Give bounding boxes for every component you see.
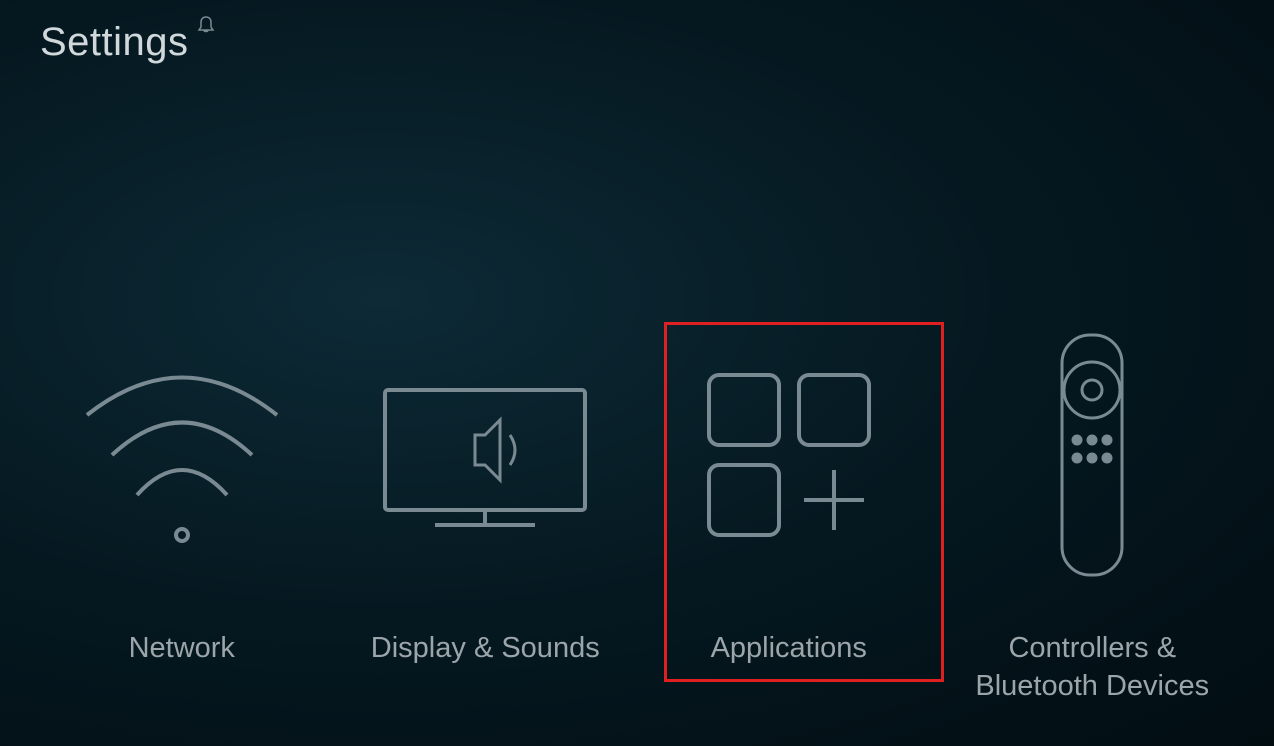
page-title: Settings — [40, 20, 189, 65]
remote-icon — [1047, 330, 1137, 580]
item-label-controllers: Controllers & Bluetooth Devices — [947, 630, 1237, 705]
item-label-display-sounds: Display & Sounds — [371, 630, 600, 668]
wifi-icon — [67, 330, 297, 580]
settings-item-controllers[interactable]: Controllers & Bluetooth Devices — [947, 330, 1237, 705]
item-label-network: Network — [129, 630, 235, 668]
notification-bell-icon[interactable] — [197, 15, 215, 40]
settings-item-display-sounds[interactable]: Display & Sounds — [340, 330, 630, 668]
settings-item-applications[interactable]: Applications — [644, 330, 934, 668]
display-sound-icon — [365, 330, 605, 580]
header: Settings — [40, 20, 215, 65]
settings-row: Network Display & Sounds Applic — [0, 330, 1274, 705]
apps-icon — [689, 330, 889, 580]
settings-item-network[interactable]: Network — [37, 330, 327, 668]
item-label-applications: Applications — [711, 630, 867, 668]
